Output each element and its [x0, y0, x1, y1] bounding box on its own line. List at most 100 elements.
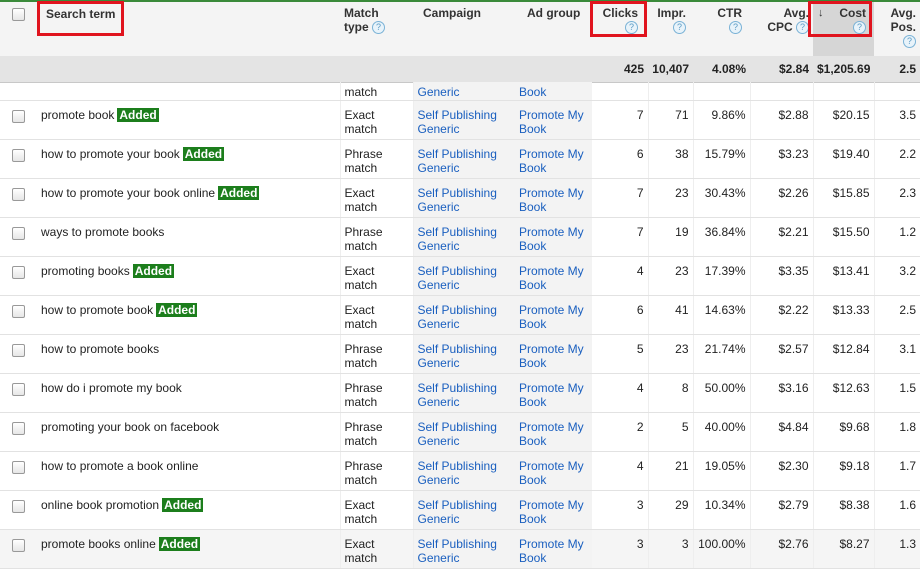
ad-group-link[interactable]: Promote My Book: [519, 108, 584, 136]
row-checkbox[interactable]: [12, 344, 25, 357]
column-header-cost[interactable]: ↓ Cost?: [813, 2, 874, 62]
campaign-link[interactable]: Self Publishing Generic: [418, 381, 497, 409]
clicks-cell: 6: [592, 139, 649, 179]
ad-group-link[interactable]: Promote My Book: [519, 459, 584, 487]
search-term-cell: promote books online Added: [37, 529, 341, 569]
header-label: CPC: [767, 20, 793, 34]
added-badge: Added: [132, 264, 175, 278]
row-select-cell: [0, 139, 37, 179]
campaign-cell: Self Publishing Generic: [413, 256, 515, 296]
campaign-link[interactable]: Self Publishing Generic: [418, 186, 497, 214]
table-row: ways to promote books Phrase match Self Pu…: [0, 217, 920, 257]
ad-group-link[interactable]: Book: [519, 85, 546, 99]
column-header-avg-pos[interactable]: Avg. Pos.?: [874, 2, 920, 62]
help-icon[interactable]: ?: [903, 35, 916, 49]
totals-empty: [340, 56, 413, 83]
column-header-ctr[interactable]: CTR?: [693, 2, 750, 62]
search-term-cell: how to promote book Added: [37, 295, 341, 335]
campaign-link[interactable]: Self Publishing Generic: [418, 264, 497, 292]
help-icon[interactable]: ?: [729, 21, 742, 35]
row-checkbox[interactable]: [12, 305, 25, 318]
avg-pos-cell: 1.7: [874, 451, 920, 491]
table-row: promote book Added Exact match Self Publish…: [0, 100, 920, 140]
match-type-cell: Exact match: [340, 490, 414, 530]
clicks-cell: 3: [592, 490, 649, 530]
table-row: promote books online Added Exact match Self…: [0, 529, 920, 569]
select-all-header[interactable]: [0, 2, 37, 62]
ad-group-link[interactable]: Promote My Book: [519, 225, 584, 253]
campaign-link[interactable]: Generic: [418, 85, 460, 99]
avg-pos-cell: 3.1: [874, 334, 920, 374]
campaign-cell: Self Publishing Generic: [413, 529, 515, 569]
row-select-cell: [0, 295, 37, 335]
column-header-impr[interactable]: Impr.?: [648, 2, 693, 62]
total-avg-pos: 2.5: [874, 56, 920, 83]
ad-group-link[interactable]: Promote My Book: [519, 147, 584, 175]
help-icon[interactable]: ?: [853, 21, 866, 35]
row-checkbox[interactable]: [12, 461, 25, 474]
campaign-link[interactable]: Self Publishing Generic: [418, 225, 497, 253]
header-label: Cost: [839, 6, 866, 20]
row-checkbox[interactable]: [12, 110, 25, 123]
campaign-link[interactable]: Self Publishing Generic: [418, 420, 497, 448]
total-impr: 10,407: [648, 56, 693, 83]
column-header-search-term[interactable]: Search term: [37, 2, 340, 62]
column-header-avg-cpc[interactable]: Avg. CPC ?: [750, 2, 813, 62]
help-icon[interactable]: ?: [625, 21, 638, 35]
totals-empty: [413, 56, 515, 83]
campaign-link[interactable]: Self Publishing Generic: [418, 147, 497, 175]
row-checkbox[interactable]: [12, 266, 25, 279]
search-term: promote books online: [41, 537, 156, 551]
row-checkbox[interactable]: [12, 539, 25, 552]
table-row: how to promote your book online Added Exac…: [0, 178, 920, 218]
row-select-cell: [0, 490, 37, 530]
ad-group-link[interactable]: Promote My Book: [519, 186, 584, 214]
ad-group-cell: Promote My Book: [515, 178, 592, 218]
search-terms-table: match Generic Book promote book Added Exac…: [0, 82, 920, 569]
row-checkbox[interactable]: [12, 188, 25, 201]
ad-group-link[interactable]: Promote My Book: [519, 342, 584, 370]
campaign-link[interactable]: Self Publishing Generic: [418, 342, 497, 370]
campaign-link[interactable]: Self Publishing Generic: [418, 303, 497, 331]
header-label: Pos.: [890, 20, 916, 34]
ad-group-link[interactable]: Promote My Book: [519, 303, 584, 331]
total-avg-cpc: $2.84: [750, 56, 813, 83]
sort-descending-icon: ↓: [818, 7, 824, 19]
avg-cpc-cell: $2.26: [750, 178, 814, 218]
clicks-cell: 6: [592, 295, 649, 335]
help-icon[interactable]: ?: [673, 21, 686, 35]
header-label: CTR: [717, 6, 742, 20]
column-header-campaign[interactable]: Campaign: [413, 2, 515, 62]
column-header-clicks[interactable]: Clicks?: [592, 2, 648, 62]
ctr-cell: 40.00%: [693, 412, 751, 452]
row-checkbox[interactable]: [12, 149, 25, 162]
row-checkbox[interactable]: [12, 383, 25, 396]
impr-cell: 21: [648, 451, 694, 491]
row-checkbox[interactable]: [12, 422, 25, 435]
impr-cell: 19: [648, 217, 694, 257]
ad-group-link[interactable]: Promote My Book: [519, 420, 584, 448]
clicks-cell: 7: [592, 217, 649, 257]
help-icon[interactable]: ?: [372, 21, 386, 35]
select-all-checkbox[interactable]: [12, 8, 25, 21]
campaign-link[interactable]: Self Publishing Generic: [418, 498, 497, 526]
column-header-match-type[interactable]: Match type ?: [340, 2, 413, 62]
campaign-link[interactable]: Self Publishing Generic: [418, 459, 497, 487]
ad-group-link[interactable]: Promote My Book: [519, 537, 584, 565]
help-icon[interactable]: ?: [796, 21, 809, 35]
row-select-cell: [0, 100, 37, 140]
row-checkbox[interactable]: [12, 227, 25, 240]
totals-empty: [37, 56, 340, 83]
ad-group-link[interactable]: Promote My Book: [519, 264, 584, 292]
campaign-link[interactable]: Self Publishing Generic: [418, 537, 497, 565]
match-type-cell: Exact match: [340, 256, 414, 296]
search-term-cell: [37, 82, 341, 101]
ad-group-link[interactable]: Promote My Book: [519, 498, 584, 526]
ad-group-link[interactable]: Promote My Book: [519, 381, 584, 409]
row-select-cell: [0, 334, 37, 374]
column-header-ad-group[interactable]: Ad group: [515, 2, 592, 62]
campaign-link[interactable]: Self Publishing Generic: [418, 108, 497, 136]
row-checkbox[interactable]: [12, 500, 25, 513]
cost-cell: $12.63: [813, 373, 875, 413]
header-label: Clicks: [602, 6, 638, 20]
